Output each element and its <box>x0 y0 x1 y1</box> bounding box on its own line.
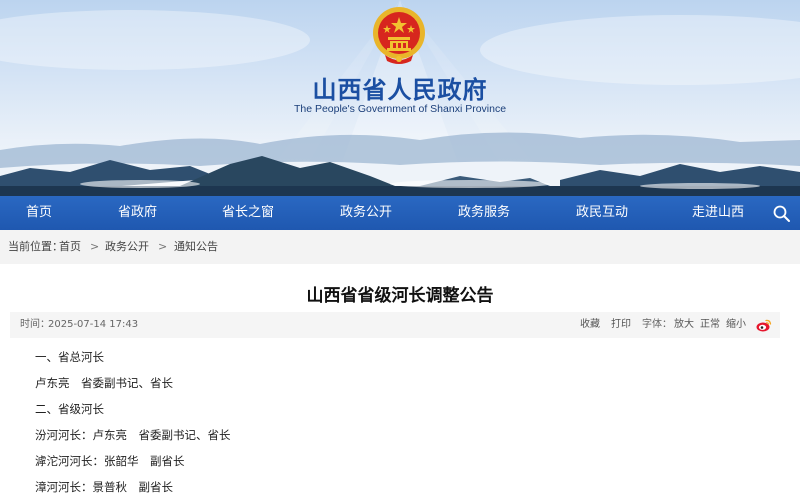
search-icon[interactable] <box>772 204 792 224</box>
article-paragraph: 漳河河长：景普秋 副省长 <box>35 480 173 494</box>
breadcrumb: 当前位置： 首页 > 政务公开 > 通知公告 <box>0 230 800 264</box>
font-small-button[interactable]: 缩小 <box>726 312 746 338</box>
nav-item-affairs-open[interactable]: 政务公开 <box>340 196 392 230</box>
font-normal-button[interactable]: 正常 <box>700 312 720 338</box>
publish-time: 2025-07-14 17:43 <box>48 319 139 330</box>
breadcrumb-separator: > <box>90 240 100 253</box>
weibo-icon[interactable] <box>756 318 772 332</box>
nav-item-home[interactable]: 首页 <box>26 196 52 230</box>
site-title: 山西省人民政府 <box>312 76 488 104</box>
print-button[interactable]: 打印 <box>611 312 631 338</box>
main-nav: 首页 省政府 省长之窗 政务公开 政务服务 政民互动 走进山西 <box>0 196 800 230</box>
nav-item-government[interactable]: 省政府 <box>118 196 157 230</box>
article-meta-bar: 时间： 2025-07-14 17:43 收藏 打印 字体： 放大 正常 缩小 <box>10 312 780 338</box>
font-large-button[interactable]: 放大 <box>674 312 694 338</box>
nav-item-about-shanxi[interactable]: 走进山西 <box>692 196 744 230</box>
site-subtitle: The People's Government of Shanxi Provin… <box>293 103 507 115</box>
article-paragraph: 二、省级河长 <box>35 402 104 416</box>
site-banner: 山西省人民政府 The People's Government of Shanx… <box>0 0 800 196</box>
breadcrumb-separator: > <box>158 240 168 253</box>
article-paragraph: 滹沱河河长：张韶华 副省长 <box>35 454 185 468</box>
breadcrumb-affairs-open[interactable]: 政务公开 <box>105 230 149 264</box>
nav-item-services[interactable]: 政务服务 <box>458 196 510 230</box>
nav-item-governor[interactable]: 省长之窗 <box>222 196 274 230</box>
breadcrumb-prefix: 当前位置： <box>8 240 63 253</box>
article-paragraph: 一、省总河长 <box>35 350 104 364</box>
favorite-button[interactable]: 收藏 <box>580 312 600 338</box>
breadcrumb-notices[interactable]: 通知公告 <box>174 230 218 264</box>
time-label: 时间： <box>20 319 50 330</box>
breadcrumb-home[interactable]: 首页 <box>59 230 81 264</box>
article-paragraph: 汾河河长：卢东亮 省委副书记、省长 <box>35 428 231 442</box>
article-content: 一、省总河长 卢东亮 省委副书记、省长 二、省级河长 汾河河长：卢东亮 省委副书… <box>35 344 775 500</box>
national-emblem-icon <box>373 7 425 64</box>
article-title: 山西省省级河长调整公告 <box>306 286 494 306</box>
article-paragraph: 卢东亮 省委副书记、省长 <box>35 376 173 390</box>
font-size-label: 字体： <box>642 319 672 330</box>
nav-item-interaction[interactable]: 政民互动 <box>576 196 628 230</box>
